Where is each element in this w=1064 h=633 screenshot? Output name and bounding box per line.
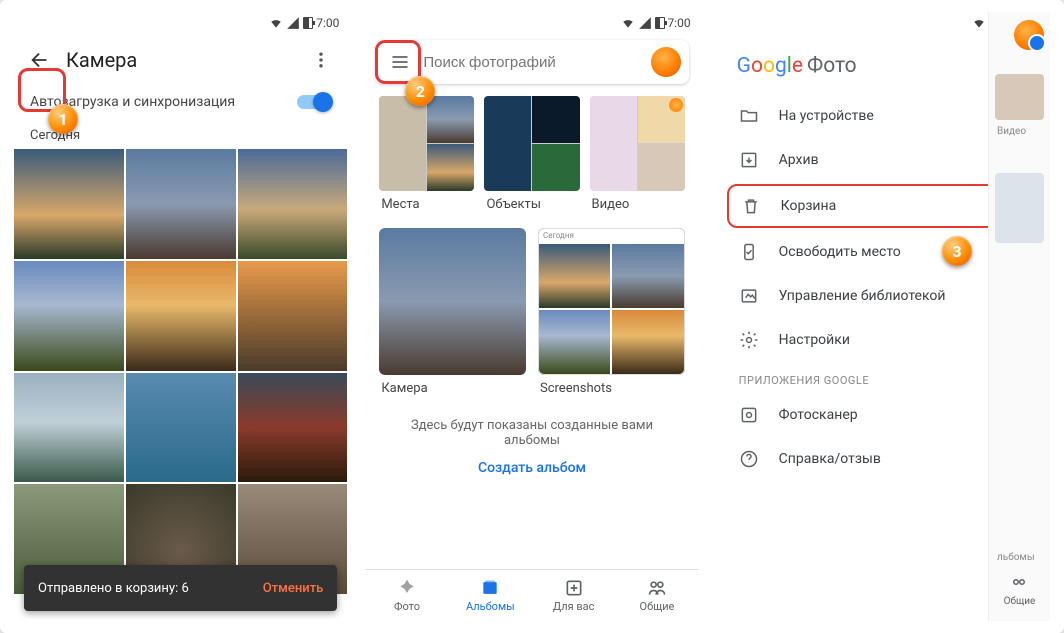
menu-label: Настройки <box>779 332 850 348</box>
category-objects[interactable]: Объекты <box>484 96 579 214</box>
wifi-icon <box>621 16 635 30</box>
album-row: Камера Сегодня Screenshots <box>365 220 698 406</box>
photo-thumb[interactable] <box>126 373 236 483</box>
arrow-left-icon <box>29 49 51 71</box>
category-label: Места <box>379 191 474 214</box>
signal-icon <box>638 16 652 30</box>
mini-header: Сегодня <box>539 229 684 242</box>
photos-icon <box>397 578 417 598</box>
menu-label: Освободить место <box>779 244 901 260</box>
status-bar: 7:00 <box>365 12 698 34</box>
create-album-button[interactable]: Создать альбом <box>365 452 698 484</box>
menu-label: Справка/отзыв <box>779 451 881 467</box>
menu-label: Корзина <box>781 198 837 214</box>
album-camera[interactable]: Камера <box>379 228 526 398</box>
status-time: 7:00 <box>316 16 339 30</box>
snackbar: Отправлено в корзину: 6 Отменить <box>24 565 337 611</box>
album-screenshots[interactable]: Сегодня Screenshots <box>538 228 685 398</box>
nav-label: Общие <box>640 600 675 613</box>
phone-screen-3: 7:00 GoogleФото На устройстве Архив Корз… <box>717 12 1050 621</box>
page-title: Камера <box>66 48 295 72</box>
peek-label: Видео <box>995 126 1044 137</box>
shared-icon <box>1010 576 1028 594</box>
background-peek: Видео льбомы Общие <box>988 12 1050 621</box>
signal-icon <box>286 16 300 30</box>
nav-label: Для вас <box>553 600 595 613</box>
snackbar-undo[interactable]: Отменить <box>263 581 324 596</box>
overflow-button[interactable] <box>301 40 341 80</box>
sync-toggle[interactable] <box>297 95 331 109</box>
peek-thumb <box>995 173 1044 243</box>
photo-grid <box>14 149 347 594</box>
status-bar: 7:00 <box>14 12 347 34</box>
menu-label: Управление библиотекой <box>779 288 946 304</box>
wifi-icon <box>972 16 986 30</box>
brand-suffix: Фото <box>807 54 857 78</box>
photo-thumb[interactable] <box>14 149 124 259</box>
library-icon <box>739 286 759 306</box>
category-row: Места Объекты Видео <box>365 90 698 220</box>
trash-icon <box>741 196 761 216</box>
album-label: Screenshots <box>538 375 685 398</box>
hamburger-button[interactable] <box>383 45 417 79</box>
nav-foryou[interactable]: Для вас <box>532 570 615 621</box>
bottom-nav: Фото Альбомы Для вас Общие <box>365 569 698 621</box>
category-video[interactable]: Видео <box>590 96 685 214</box>
phone-screen-1: 7:00 Камера Автозагрузка и синхронизация… <box>14 12 347 621</box>
callout-3: 3 <box>942 236 972 266</box>
category-label: Объекты <box>484 191 579 214</box>
album-label: Камера <box>379 375 526 398</box>
peek-nav-label: Общие <box>1004 596 1036 607</box>
menu-label: Фотосканер <box>779 407 858 423</box>
menu-label: Архив <box>779 152 819 168</box>
search-input[interactable] <box>423 54 644 71</box>
battery-icon <box>655 17 665 29</box>
photo-thumb[interactable] <box>238 261 348 371</box>
tutorial-stage: 7:00 Камера Автозагрузка и синхронизация… <box>0 0 1064 633</box>
help-icon <box>739 449 759 469</box>
photoscan-icon <box>739 405 759 425</box>
foryou-icon <box>564 578 584 598</box>
menu-icon <box>390 52 410 72</box>
more-vert-icon <box>311 50 331 70</box>
category-places[interactable]: Места <box>379 96 474 214</box>
account-avatar[interactable] <box>651 47 681 77</box>
nav-albums[interactable]: Альбомы <box>449 570 532 621</box>
battery-icon <box>303 17 313 29</box>
photo-thumb[interactable] <box>126 261 236 371</box>
callout-1: 1 <box>48 104 78 134</box>
gear-icon <box>739 330 759 350</box>
wifi-icon <box>269 16 283 30</box>
nav-photos[interactable]: Фото <box>365 570 448 621</box>
back-button[interactable] <box>20 40 60 80</box>
google-logo: GoogleФото <box>737 54 857 78</box>
photo-thumb[interactable] <box>126 149 236 259</box>
snackbar-text: Отправлено в корзину: 6 <box>38 581 189 596</box>
albums-icon <box>480 578 500 598</box>
peek-label-albums: льбомы <box>995 552 1044 563</box>
archive-icon <box>739 150 759 170</box>
peek-avatar <box>1014 20 1044 50</box>
app-bar: Камера <box>14 34 347 86</box>
folder-icon <box>739 106 759 126</box>
menu-label: На устройстве <box>779 108 874 124</box>
albums-hint: Здесь будут показаны созданные вами альб… <box>365 406 698 452</box>
photo-thumb[interactable] <box>238 149 348 259</box>
photo-thumb[interactable] <box>14 373 124 483</box>
nav-label: Альбомы <box>466 600 515 613</box>
phone-screen-2: 7:00 Места Объекты <box>365 12 698 621</box>
shared-icon <box>647 578 667 598</box>
category-label: Видео <box>590 191 685 214</box>
photo-thumb[interactable] <box>238 373 348 483</box>
photo-thumb[interactable] <box>14 261 124 371</box>
status-time: 7:00 <box>668 16 691 30</box>
nav-label: Фото <box>394 600 420 613</box>
nav-shared[interactable]: Общие <box>615 570 698 621</box>
peek-thumb <box>995 74 1044 120</box>
phone-check-icon <box>739 242 759 262</box>
